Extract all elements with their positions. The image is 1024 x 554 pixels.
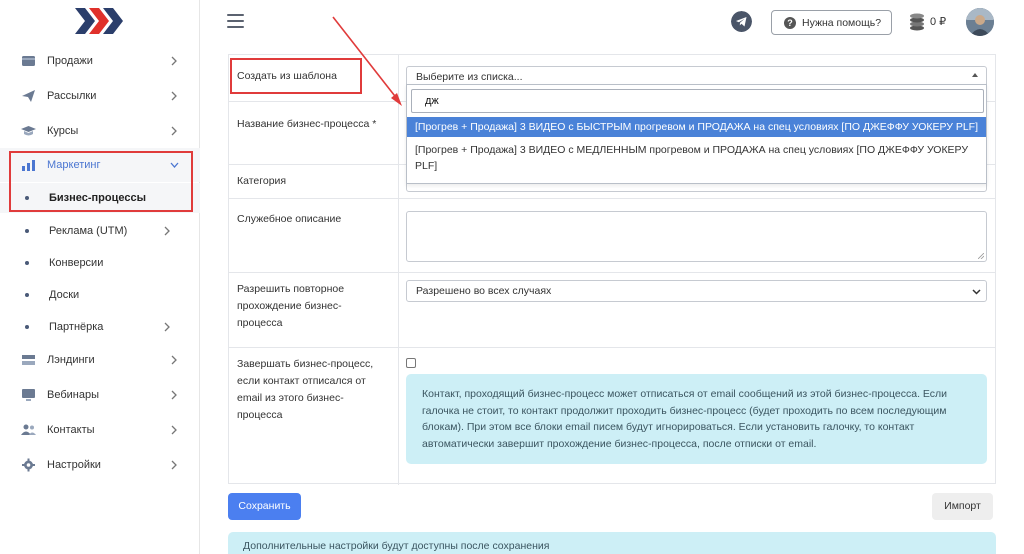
gear-icon xyxy=(22,458,35,472)
bullet-icon xyxy=(25,325,29,329)
help-button-label: Нужна помощь? xyxy=(802,17,882,29)
chevron-right-icon xyxy=(171,355,177,365)
sidebar-item-courses[interactable]: Курсы xyxy=(0,114,200,148)
repeat-select-value: Разрешено во всех случаях xyxy=(416,285,552,297)
coins-icon xyxy=(910,13,924,31)
sidebar-item-webinars[interactable]: Вебинары xyxy=(0,378,200,412)
repeat-label: Разрешить повторное прохождение бизнес-п… xyxy=(237,283,345,329)
template-option[interactable]: [Прогрев + Продажа] 3 ВИДЕО с МЕДЛЕННЫМ … xyxy=(407,140,986,176)
avatar[interactable] xyxy=(966,8,994,36)
unsubscribe-info-text: Контакт, проходящий бизнес-процесс может… xyxy=(422,388,948,450)
sidebar-item-landings[interactable]: Лэндинги xyxy=(0,343,200,377)
sidebar-subitem-label: Доски xyxy=(49,289,80,301)
template-dropdown: дж [Прогрев + Продажа] 3 ВИДЕО с БЫСТРЫМ… xyxy=(406,84,987,184)
repeat-select[interactable]: Разрешено во всех случаях xyxy=(406,280,987,302)
bullet-icon xyxy=(25,293,29,297)
save-button[interactable]: Сохранить xyxy=(228,493,301,520)
chevron-right-icon xyxy=(171,126,177,136)
caret-down-icon xyxy=(972,73,978,77)
paper-plane-icon xyxy=(22,90,35,102)
chevron-right-icon xyxy=(171,390,177,400)
sidebar-item-mailings[interactable]: Рассылки xyxy=(0,79,200,113)
layers-icon xyxy=(22,355,35,365)
sidebar-item-sales[interactable]: Продажи xyxy=(0,44,200,78)
sidebar-item-label: Контакты xyxy=(47,424,95,436)
description-label: Служебное описание xyxy=(237,213,342,225)
chevron-right-icon xyxy=(171,460,177,470)
import-button[interactable]: Импорт xyxy=(932,493,993,520)
sidebar-subitem-label: Партнёрка xyxy=(49,321,104,333)
sidebar-subitem-affiliate[interactable]: Партнёрка xyxy=(0,312,200,342)
chevron-right-icon xyxy=(171,425,177,435)
sidebar-item-label: Продажи xyxy=(47,55,93,67)
sidebar-subitem-label: Конверсии xyxy=(49,257,104,269)
sidebar-subitem-label: Реклама (UTM) xyxy=(49,225,128,237)
sidebar-item-label: Рассылки xyxy=(47,90,97,102)
save-notice: Дополнительные настройки будут доступны … xyxy=(228,532,996,554)
sidebar-item-contacts[interactable]: Контакты xyxy=(0,413,200,447)
template-select-placeholder: Выберите из списка... xyxy=(416,71,523,83)
chevron-right-icon xyxy=(164,322,170,332)
save-notice-text: Дополнительные настройки будут доступны … xyxy=(243,540,550,552)
unsubscribe-label: Завершать бизнес-процесс, если контакт о… xyxy=(237,358,374,421)
sidebar-item-label: Лэндинги xyxy=(47,354,95,366)
users-icon xyxy=(21,424,36,435)
monitor-icon xyxy=(22,389,35,401)
sidebar-item-label: Курсы xyxy=(47,125,79,137)
sidebar-item-settings[interactable]: Настройки xyxy=(0,448,200,482)
template-option[interactable]: [Прогрев + Продажа] 3 ВИДЕО с БЫСТРЫМ пр… xyxy=(407,117,986,137)
sidebar-subitem-boards[interactable]: Доски xyxy=(0,280,200,310)
chevron-down-icon xyxy=(972,289,981,295)
sidebar-item-label: Вебинары xyxy=(47,389,99,401)
annotation-highlight-marketing xyxy=(9,151,193,212)
wallet-icon xyxy=(22,56,35,66)
question-icon: ? xyxy=(784,17,796,29)
sidebar-subitem-conversions[interactable]: Конверсии xyxy=(0,248,200,278)
name-label: Название бизнес-процесса * xyxy=(237,118,377,130)
telegram-icon[interactable] xyxy=(731,11,752,32)
chevron-right-icon xyxy=(164,226,170,236)
template-search-value: дж xyxy=(425,95,439,107)
category-label: Категория xyxy=(237,175,287,187)
sidebar: Продажи Рассылки Курсы Маркетинг Бизнес-… xyxy=(0,0,200,554)
resize-handle-icon[interactable] xyxy=(978,253,984,259)
template-search-input[interactable]: дж xyxy=(411,89,984,113)
sidebar-subitem-ads-utm[interactable]: Реклама (UTM) xyxy=(0,216,200,246)
annotation-highlight-template xyxy=(230,58,362,94)
logo[interactable] xyxy=(75,8,123,34)
unsubscribe-info-box: Контакт, проходящий бизнес-процесс может… xyxy=(406,374,987,464)
bullet-icon xyxy=(25,261,29,265)
avatar-image xyxy=(966,8,994,36)
balance: 0 ₽ xyxy=(930,16,947,28)
bullet-icon xyxy=(25,229,29,233)
help-button[interactable]: ? Нужна помощь? xyxy=(771,10,892,35)
chevron-right-icon xyxy=(171,56,177,66)
chevron-right-icon xyxy=(171,91,177,101)
unsubscribe-checkbox[interactable] xyxy=(406,358,416,368)
sidebar-item-label: Настройки xyxy=(47,459,101,471)
menu-toggle-icon[interactable] xyxy=(227,14,244,29)
description-textarea[interactable] xyxy=(406,211,987,262)
graduation-cap-icon xyxy=(21,126,36,136)
